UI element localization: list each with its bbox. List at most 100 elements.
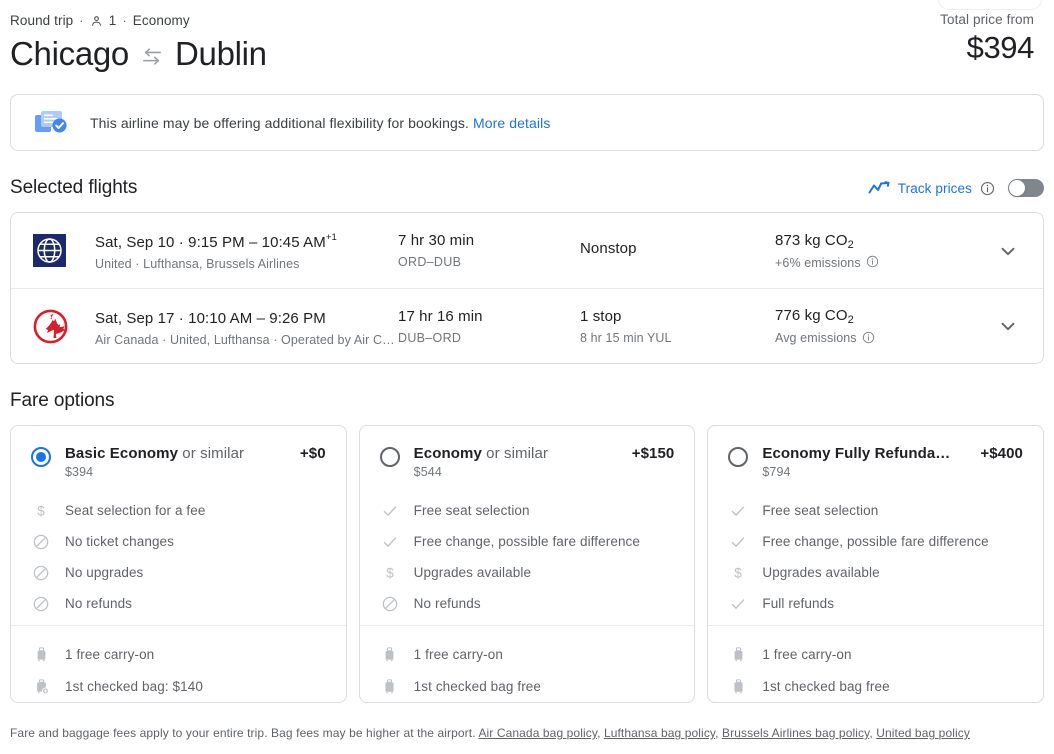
fare-card-title-block: Economy Fully Refunda… +$400 $794 bbox=[762, 445, 1023, 479]
trip-summary: Round trip · 1 · Economy bbox=[10, 11, 1044, 29]
air-canada-bag-policy-link[interactable]: Air Canada bag policy bbox=[478, 726, 597, 740]
track-prices-toggle[interactable] bbox=[1008, 179, 1044, 197]
expand-flight-button[interactable] bbox=[985, 240, 1031, 262]
info-icon[interactable] bbox=[866, 255, 881, 270]
no-entry-icon bbox=[380, 594, 400, 614]
flight-emissions-note: Avg emissions bbox=[775, 331, 857, 345]
flight-duration: 17 hr 16 min bbox=[398, 307, 483, 325]
fare-name: Basic Economy or similar bbox=[65, 445, 244, 462]
check-icon bbox=[728, 594, 748, 614]
fare-feature-label: No refunds bbox=[65, 596, 133, 611]
fare-feature-label: Upgrades available bbox=[762, 565, 880, 580]
carry-on-bag-icon bbox=[380, 644, 400, 664]
person-icon bbox=[90, 14, 103, 28]
svg-text:$: $ bbox=[386, 565, 394, 580]
flight-duration-cell: 7 hr 30 min ORD–DUB bbox=[398, 231, 580, 270]
fare-feature-label: No ticket changes bbox=[65, 534, 175, 549]
fare-baggage-item: 1 free carry-on bbox=[380, 638, 675, 670]
origin-city: Chicago bbox=[10, 35, 129, 72]
more-details-link[interactable]: More details bbox=[473, 115, 550, 131]
flight-emissions-note-row: +6% emissions bbox=[775, 255, 985, 271]
fare-option-card[interactable]: Economy Fully Refunda… +$400 $794 Free s… bbox=[707, 425, 1045, 703]
fare-feature: No refunds bbox=[31, 588, 326, 619]
separator: · bbox=[79, 12, 84, 28]
fare-baggage-label: 1 free carry-on bbox=[413, 646, 503, 662]
svg-text:$: $ bbox=[37, 503, 45, 518]
info-icon[interactable] bbox=[980, 181, 995, 196]
fare-name: Economy or similar bbox=[414, 445, 548, 462]
fare-options-grid: Basic Economy or similar +$0 $394 $ Seat… bbox=[10, 425, 1045, 703]
united-bag-policy-link[interactable]: United bag policy bbox=[876, 726, 970, 740]
fare-feature: Free change, possible fare difference bbox=[380, 526, 675, 557]
flexibility-banner: This airline may be offering additional … bbox=[10, 94, 1044, 151]
fare-baggage-label: 1 free carry-on bbox=[762, 646, 852, 662]
info-icon[interactable] bbox=[862, 331, 877, 346]
total-price-value: $394 bbox=[966, 30, 1035, 65]
fare-baggage-item: 1st checked bag free bbox=[728, 670, 1023, 702]
fare-baggage-label: 1st checked bag free bbox=[413, 678, 542, 694]
trend-line-icon bbox=[868, 180, 890, 196]
route-heading: Chicago Dublin bbox=[10, 34, 1044, 74]
fare-feature-label: Free change, possible fare difference bbox=[413, 534, 641, 549]
fare-price-delta: +$400 bbox=[980, 445, 1024, 462]
fare-radio-button[interactable] bbox=[728, 447, 749, 467]
no-entry-icon bbox=[31, 594, 51, 614]
flight-emissions-cell: 873 kg CO2 +6% emissions bbox=[775, 231, 985, 271]
fare-feature: Full refunds bbox=[728, 588, 1023, 619]
fare-feature: Free seat selection bbox=[380, 495, 675, 526]
fare-option-card[interactable]: Economy or similar +$150 $544 Free seat … bbox=[358, 425, 696, 703]
expand-flight-button[interactable] bbox=[985, 315, 1031, 337]
flight-stops: 1 stop bbox=[580, 307, 622, 325]
page-header: Round trip · 1 · Economy Chicago Dublin bbox=[10, 0, 1044, 74]
fare-feature-label: Free seat selection bbox=[413, 503, 530, 518]
no-entry-icon bbox=[31, 532, 51, 552]
check-icon bbox=[728, 501, 748, 521]
fare-feature-list: Free seat selection Free change, possibl… bbox=[708, 479, 1043, 625]
fare-name-main: Basic Economy bbox=[65, 445, 179, 462]
flight-operators: Air Canada · United, Lufthansa · Operate… bbox=[95, 332, 395, 347]
fare-feature-label: Upgrades available bbox=[413, 565, 532, 580]
fare-baggage-label: 1st checked bag free bbox=[762, 678, 890, 694]
flight-stops: Nonstop bbox=[580, 240, 637, 257]
co2-subscript: 2 bbox=[847, 238, 854, 251]
flight-row[interactable]: Sat, Sep 10 · 9:15 PM – 10:45 AM+1 Unite… bbox=[11, 213, 1043, 288]
flight-datetime: Sat, Sep 17 · 10:10 AM – 9:26 PM bbox=[95, 305, 398, 329]
fare-card-header: Basic Economy or similar +$0 $394 bbox=[11, 426, 346, 479]
fare-feature-list: $ Seat selection for a fee No ticket cha… bbox=[11, 479, 346, 625]
comma: , bbox=[597, 726, 601, 740]
flight-airports: DUB–ORD bbox=[398, 330, 462, 345]
trip-type-label: Round trip bbox=[10, 12, 74, 28]
fare-radio-button[interactable] bbox=[31, 447, 51, 467]
carry-on-bag-icon bbox=[728, 644, 748, 664]
fare-card-title-block: Economy or similar +$150 $544 bbox=[414, 445, 675, 479]
lufthansa-bag-policy-link[interactable]: Lufthansa bag policy bbox=[604, 726, 715, 740]
fare-baggage-list: 1 free carry-on 1st checked bag free bbox=[708, 625, 1044, 702]
fare-option-card[interactable]: Basic Economy or similar +$0 $394 $ Seat… bbox=[10, 425, 347, 703]
fare-total-price: $544 bbox=[413, 465, 442, 479]
flight-emissions-note-row: Avg emissions bbox=[775, 330, 985, 346]
fare-feature-label: Seat selection for a fee bbox=[65, 503, 206, 518]
checked-bag-fee-icon bbox=[31, 676, 51, 696]
flight-row[interactable]: Sat, Sep 17 · 10:10 AM – 9:26 PM Air Can… bbox=[11, 288, 1043, 363]
fare-feature: $ Upgrades available bbox=[728, 557, 1023, 588]
fare-card-header: Economy Fully Refunda… +$400 $794 bbox=[708, 426, 1043, 479]
chevron-down-icon bbox=[997, 240, 1019, 262]
flight-emissions-note: +6% emissions bbox=[775, 255, 861, 270]
fare-card-title-block: Basic Economy or similar +$0 $394 bbox=[65, 445, 326, 479]
fare-radio-button[interactable] bbox=[379, 447, 400, 467]
flight-emissions-value: 873 kg CO bbox=[775, 231, 848, 249]
flight-emissions: 873 kg CO2 bbox=[775, 231, 985, 252]
fare-baggage-list: 1 free carry-on 1st checked bag: $140 bbox=[11, 625, 346, 702]
flight-emissions-cell: 776 kg CO2 Avg emissions bbox=[775, 306, 985, 346]
fare-baggage-label: 1st checked bag: $140 bbox=[65, 678, 203, 694]
footer-disclaimer: Fare and baggage fees apply to your enti… bbox=[10, 726, 1044, 740]
fare-name-row: Economy Fully Refunda… +$400 bbox=[762, 445, 1023, 462]
flight-emissions: 776 kg CO2 bbox=[775, 306, 985, 327]
track-prices-control[interactable]: Track prices bbox=[868, 179, 1044, 197]
selected-flights-title: Selected flights bbox=[10, 177, 138, 198]
fare-price-delta: +$150 bbox=[631, 445, 675, 462]
track-prices-label: Track prices bbox=[897, 180, 972, 196]
brussels-airlines-bag-policy-link[interactable]: Brussels Airlines bag policy bbox=[722, 726, 869, 740]
chevron-down-icon bbox=[997, 315, 1019, 337]
no-entry-icon bbox=[31, 563, 51, 583]
